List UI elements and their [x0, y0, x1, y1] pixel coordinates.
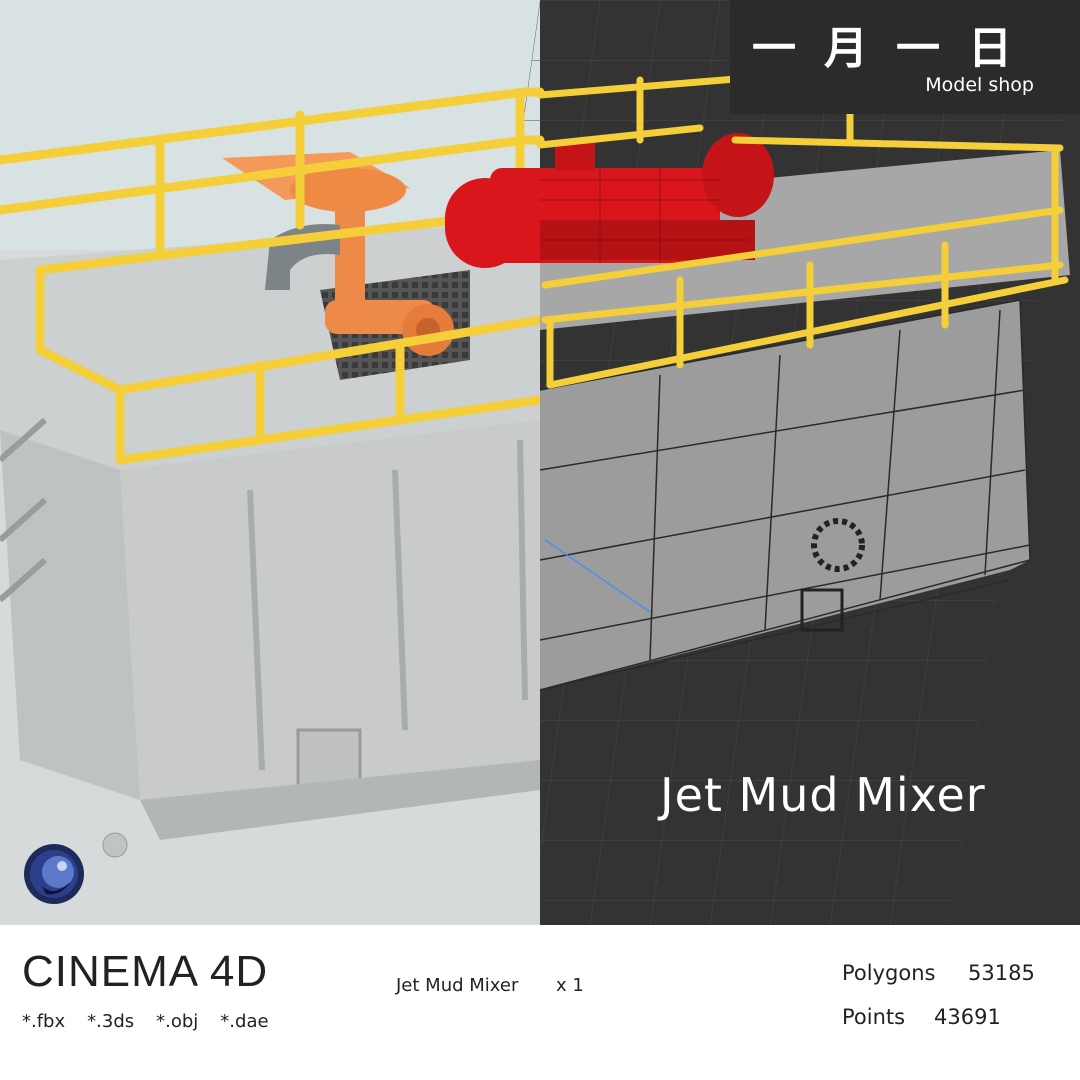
item-quantity: x 1 — [556, 975, 584, 996]
file-format-list: *.fbx *.3ds *.obj *.dae — [22, 1011, 269, 1032]
file-format: *.fbx — [22, 1011, 66, 1032]
file-format: *.3ds — [87, 1011, 135, 1032]
stat-label: Polygons — [842, 961, 936, 985]
shop-badge: 一月一日 Model shop — [730, 0, 1080, 114]
cinema4d-logo-icon — [24, 844, 84, 904]
product-image: 一月一日 Model shop Jet Mud Mixer CINEMA 4D … — [0, 0, 1080, 1080]
point-count: Points 43691 — [842, 1005, 1001, 1029]
stat-label: Points — [842, 1005, 906, 1029]
shop-subtitle: Model shop — [925, 74, 1034, 96]
product-info-bar: CINEMA 4D *.fbx *.3ds *.obj *.dae Jet Mu… — [0, 925, 1080, 1080]
stat-value: 43691 — [934, 1005, 1001, 1029]
model-title: Jet Mud Mixer — [660, 768, 986, 822]
polygon-count: Polygons 53185 — [842, 961, 1035, 985]
software-name: CINEMA 4D — [22, 947, 269, 996]
stat-value: 53185 — [968, 961, 1035, 985]
file-format: *.dae — [220, 1011, 269, 1032]
file-format: *.obj — [156, 1011, 199, 1032]
item-name: Jet Mud Mixer — [396, 975, 519, 996]
shop-logo: 一月一日 — [752, 23, 1040, 74]
